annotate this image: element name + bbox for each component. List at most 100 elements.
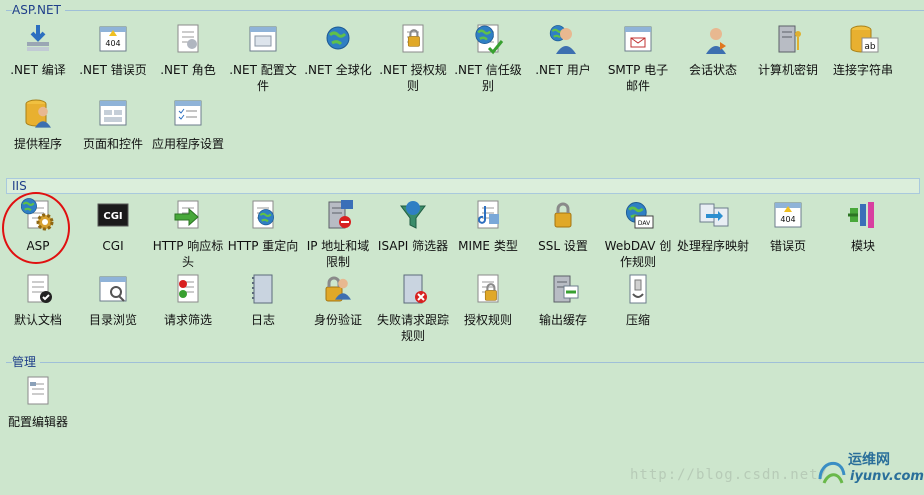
feature-item[interactable]: 配置编辑器 xyxy=(0,374,76,430)
section-title-iis: IIS xyxy=(12,179,27,193)
feature-label: .NET 编译 xyxy=(10,63,66,77)
feature-item[interactable]: SSL 设置 xyxy=(525,198,601,254)
feature-label: .NET 错误页 xyxy=(79,63,147,77)
feature-item[interactable]: SMTP 电子邮件 xyxy=(600,22,676,94)
section-bar xyxy=(6,178,920,194)
feature-item[interactable]: 身份验证 xyxy=(300,272,376,328)
feature-item[interactable]: .NET 角色 xyxy=(150,22,226,78)
highlight-circle xyxy=(2,192,70,264)
site-logo: 运维网 iyunv.com xyxy=(814,449,924,489)
directory-browsing-icon xyxy=(96,272,130,306)
feature-item[interactable]: 会话状态 xyxy=(675,22,751,78)
feature-label: 提供程序 xyxy=(13,137,62,151)
feature-item[interactable]: 授权规则 xyxy=(450,272,526,328)
feature-item[interactable]: ISAPI 筛选器 xyxy=(375,198,451,254)
email-icon xyxy=(621,22,655,56)
feature-item[interactable]: 日志 xyxy=(225,272,301,328)
server-key-icon xyxy=(771,22,805,56)
roles-icon xyxy=(171,22,205,56)
ip-restriction-icon xyxy=(321,198,355,232)
feature-item[interactable]: HTTP 重定向 xyxy=(225,198,301,254)
section-header-aspnet[interactable]: ASP.NET xyxy=(0,2,924,18)
section-header-management[interactable]: 管理 xyxy=(0,354,924,370)
feature-item[interactable]: 请求筛选 xyxy=(150,272,226,328)
feature-item[interactable]: 失败请求跟踪规则 xyxy=(375,272,451,344)
download-compile-icon xyxy=(21,22,55,56)
feature-item[interactable]: 页面和控件 xyxy=(75,96,151,152)
feature-label: 错误页 xyxy=(769,239,806,253)
http-redirect-icon xyxy=(246,198,280,232)
feature-label: 会话状态 xyxy=(688,63,737,77)
feature-item[interactable]: 404 .NET 错误页 xyxy=(75,22,151,78)
feature-item[interactable]: 计算机密钥 xyxy=(750,22,826,78)
feature-item[interactable]: CGI CGI xyxy=(75,198,151,254)
feature-label: .NET 角色 xyxy=(160,63,216,77)
cgi-icon: CGI xyxy=(96,198,130,232)
globe-check-icon xyxy=(471,22,505,56)
feature-item[interactable]: 输出缓存 xyxy=(525,272,601,328)
feature-item[interactable]: .NET 用户 xyxy=(525,22,601,78)
feature-label: .NET 信任级别 xyxy=(454,63,522,93)
feature-label: 身份验证 xyxy=(313,313,362,327)
feature-item[interactable]: 处理程序映射 xyxy=(675,198,751,254)
feature-label: SSL 设置 xyxy=(538,239,588,253)
globe-icon xyxy=(321,22,355,56)
feature-label: .NET 用户 xyxy=(535,63,591,77)
feature-item[interactable]: 404 错误页 xyxy=(750,198,826,254)
user-globe-icon xyxy=(546,22,580,56)
section-divider xyxy=(6,362,924,363)
feature-item[interactable]: .NET 编译 xyxy=(0,22,76,78)
database-ab-icon: ab xyxy=(846,22,880,56)
feature-label: 页面和控件 xyxy=(82,137,143,151)
feature-item[interactable]: .NET 全球化 xyxy=(300,22,376,78)
logo-text-en: iyunv.com xyxy=(850,469,924,484)
section-title-aspnet: ASP.NET xyxy=(12,2,65,18)
svg-text:DAV: DAV xyxy=(638,220,651,227)
default-document-icon xyxy=(21,272,55,306)
feature-item[interactable]: IP 地址和域限制 xyxy=(300,198,376,270)
feature-label: IP 地址和域限制 xyxy=(306,239,370,269)
handler-mappings-icon xyxy=(696,198,730,232)
feature-item[interactable]: ab 连接字符串 xyxy=(825,22,901,78)
feature-item[interactable]: MIME 类型 xyxy=(450,198,526,254)
feature-item[interactable]: 默认文档 xyxy=(0,272,76,328)
feature-item[interactable]: 应用程序设置 xyxy=(150,96,226,152)
feature-item[interactable]: 模块 xyxy=(825,198,901,254)
http-headers-icon xyxy=(171,198,205,232)
isapi-filter-icon xyxy=(396,198,430,232)
modules-icon xyxy=(846,198,880,232)
error-404-icon: 404 xyxy=(96,22,130,56)
feature-label: 输出缓存 xyxy=(538,313,587,327)
provider-icon xyxy=(21,96,55,130)
authorization-icon xyxy=(471,272,505,306)
feature-label: 失败请求跟踪规则 xyxy=(377,313,450,343)
feature-label: SMTP 电子邮件 xyxy=(607,63,669,93)
feature-label: ISAPI 筛选器 xyxy=(377,239,449,253)
feature-label: 模块 xyxy=(850,239,875,253)
feature-item[interactable]: HTTP 响应标头 xyxy=(150,198,226,270)
feature-item[interactable]: .NET 信任级别 xyxy=(450,22,526,94)
feature-item[interactable]: .NET 配置文件 xyxy=(225,22,301,94)
feature-item[interactable]: 提供程序 xyxy=(0,96,76,152)
feature-label: 日志 xyxy=(250,313,275,327)
output-cache-icon xyxy=(546,272,580,306)
logging-icon xyxy=(246,272,280,306)
feature-label: 处理程序映射 xyxy=(677,239,750,253)
logo-text-cn: 运维网 xyxy=(848,452,890,468)
section-header-iis[interactable]: IIS xyxy=(0,178,924,194)
feature-label: HTTP 重定向 xyxy=(227,239,299,253)
feature-label: 授权规则 xyxy=(463,313,512,327)
error-page-icon: 404 xyxy=(771,198,805,232)
feature-label: HTTP 响应标头 xyxy=(152,239,224,269)
feature-label: 压缩 xyxy=(625,313,650,327)
session-state-icon xyxy=(696,22,730,56)
feature-item[interactable]: 目录浏览 xyxy=(75,272,151,328)
feature-item[interactable]: 压缩 xyxy=(600,272,676,328)
feature-item[interactable]: DAV WebDAV 创作规则 xyxy=(600,198,676,270)
feature-label: 配置编辑器 xyxy=(7,415,68,429)
config-editor-icon xyxy=(21,374,55,408)
feature-label: 应用程序设置 xyxy=(152,137,225,151)
watermark-url: http://blog.csdn.net/ xyxy=(629,467,828,483)
feature-item[interactable]: .NET 授权规则 xyxy=(375,22,451,94)
section-divider xyxy=(6,10,924,11)
